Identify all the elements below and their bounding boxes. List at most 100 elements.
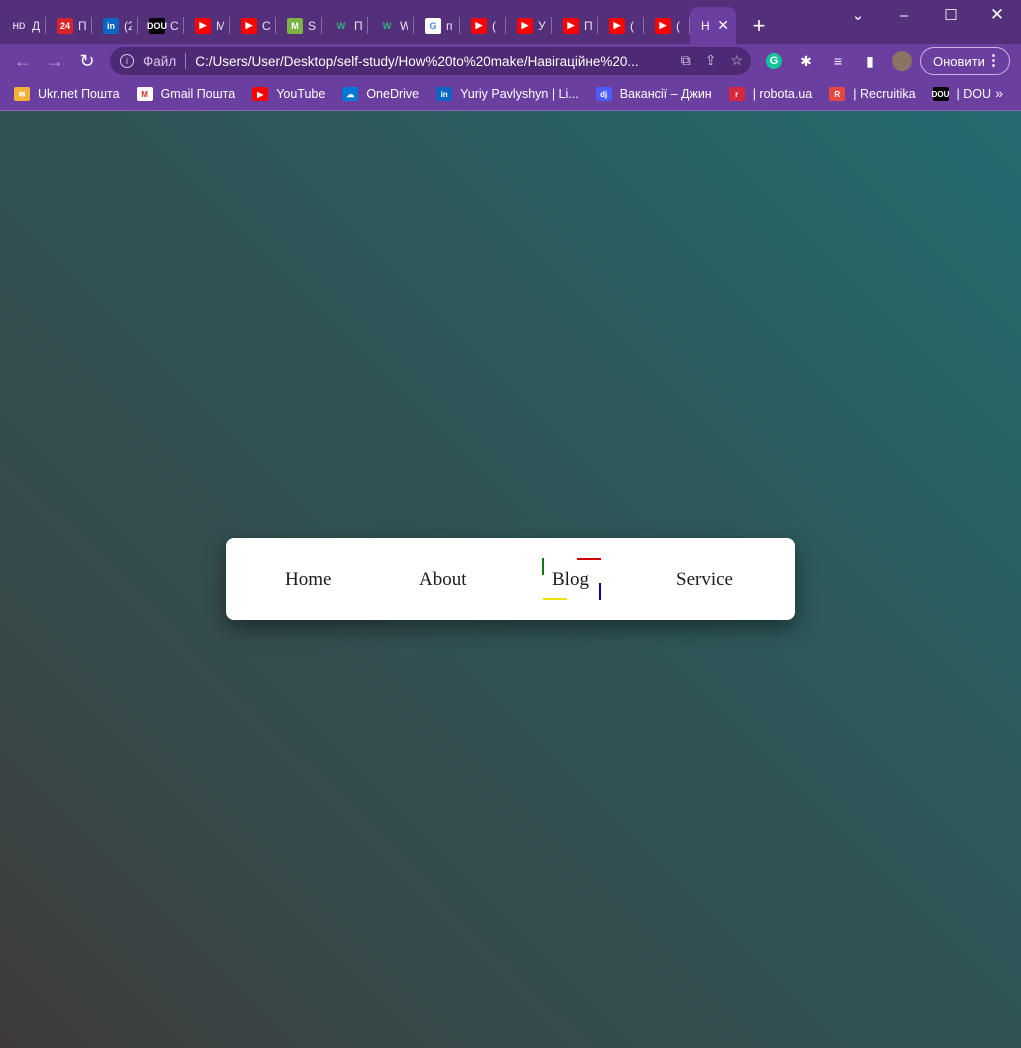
- tab-favicon-icon: M: [287, 17, 303, 34]
- media-controls-icon[interactable]: ≡: [828, 51, 848, 71]
- tab-title: W: [400, 18, 408, 33]
- youtube-icon: ▶: [252, 87, 269, 101]
- onedrive-icon: ☁: [342, 87, 359, 101]
- browser-tab[interactable]: in (2: [92, 7, 138, 44]
- minimize-button[interactable]: –: [881, 0, 927, 30]
- browser-tab[interactable]: ▶(: [644, 7, 690, 44]
- ukrnet-icon: ✉: [14, 87, 30, 101]
- close-tab-icon[interactable]: ✕: [717, 17, 729, 34]
- menu-icon[interactable]: ⋮: [986, 51, 1001, 69]
- browser-tab[interactable]: ▶ С: [230, 7, 276, 44]
- blog-accent-bottom: [543, 598, 567, 600]
- bookmark-label: Yuriy Pavlyshyn | Li...: [460, 87, 579, 101]
- url-text[interactable]: C:/Users/User/Desktop/self-study/How%20t…: [195, 54, 655, 69]
- djinni-icon: dj: [595, 87, 612, 101]
- robota-icon: r: [728, 87, 745, 101]
- bookmark-label: | DOU: [956, 87, 992, 101]
- bookmark-item[interactable]: r | robota.ua: [728, 87, 813, 101]
- tab-title: М: [216, 18, 224, 33]
- bookmark-label: Gmail Пошта: [160, 87, 236, 101]
- browser-tab[interactable]: WW: [368, 7, 414, 44]
- tab-title: П: [584, 18, 592, 33]
- browser-tab[interactable]: ▶ У: [506, 7, 552, 44]
- bookmark-label: YouTube: [276, 87, 326, 101]
- browser-toolbar: ← → ↻ i Файл C:/Users/User/Desktop/self-…: [0, 44, 1021, 78]
- tab-favicon-icon: G: [425, 17, 441, 34]
- browser-tab[interactable]: WП: [322, 7, 368, 44]
- blog-accent-left: [542, 558, 544, 575]
- browser-tab[interactable]: DOU С: [138, 7, 184, 44]
- bookmark-item[interactable]: in Yuriy Pavlyshyn | Li...: [436, 87, 579, 101]
- extensions-icon[interactable]: ✱: [796, 51, 816, 71]
- arrow-right-icon: →: [46, 50, 64, 71]
- back-button[interactable]: ←: [10, 49, 36, 73]
- star-icon[interactable]: ☆: [730, 52, 743, 69]
- profile-avatar[interactable]: [892, 51, 912, 71]
- address-bar[interactable]: i Файл C:/Users/User/Desktop/self-study/…: [110, 47, 751, 75]
- close-icon: ✕: [989, 5, 1005, 24]
- close-window-button[interactable]: ✕: [974, 0, 1020, 30]
- tab-title: (: [630, 18, 634, 33]
- tab-title: Д: [32, 18, 40, 33]
- tab-favicon-icon: W: [379, 17, 395, 34]
- tab-favicon-icon: ▶: [471, 17, 487, 34]
- linkedin-icon: in: [436, 87, 453, 101]
- tab-title: П: [354, 18, 362, 33]
- maximize-button[interactable]: ☐: [928, 0, 974, 30]
- info-icon[interactable]: i: [120, 54, 134, 68]
- translate-icon[interactable]: ⧉: [681, 52, 691, 69]
- blog-accent-top: [577, 558, 601, 560]
- nav-link-about[interactable]: About: [419, 569, 467, 591]
- bookmark-item[interactable]: M Gmail Пошта: [136, 87, 236, 101]
- bookmark-item[interactable]: R | Recruitika: [829, 87, 916, 101]
- tab-title: п: [446, 18, 453, 33]
- bookmark-item[interactable]: dj Вакансії – Джин: [595, 87, 712, 101]
- tab-title: S: [308, 18, 316, 33]
- bookmarks-more-button[interactable]: »: [995, 85, 1003, 101]
- share-icon[interactable]: ⇪: [705, 52, 717, 69]
- nav-link-service[interactable]: Service: [676, 569, 733, 591]
- nav-link-blog[interactable]: Blog: [552, 569, 589, 591]
- tab-search-button[interactable]: ⌄: [835, 0, 881, 30]
- browser-tab[interactable]: HD Д: [0, 7, 46, 44]
- tab-title: У: [538, 18, 546, 33]
- tab-favicon-icon: 24: [57, 17, 73, 34]
- tab-title: (2: [124, 18, 132, 33]
- forward-button[interactable]: →: [42, 49, 68, 73]
- browser-tab[interactable]: ▶(: [598, 7, 644, 44]
- tab-favicon-icon: ▶: [655, 17, 671, 34]
- update-button[interactable]: Оновити ⋮: [920, 47, 1010, 75]
- browser-tab[interactable]: 24 П: [46, 7, 92, 44]
- arrow-left-icon: ←: [14, 50, 32, 71]
- omnibox-divider: [185, 53, 187, 69]
- page-background: Home About Blog Service: [0, 111, 1021, 1048]
- tab-title: (: [676, 18, 680, 33]
- side-panel-icon[interactable]: ▮: [860, 51, 880, 71]
- chevron-down-icon: ⌄: [851, 7, 865, 24]
- browser-tab[interactable]: Gп: [414, 7, 460, 44]
- browser-tab[interactable]: MS: [276, 7, 322, 44]
- browser-tab-active[interactable]: Н ✕: [690, 7, 736, 44]
- browser-tab[interactable]: ▶ М: [184, 7, 230, 44]
- bookmark-label: | Recruitika: [853, 87, 916, 101]
- tab-favicon-icon: ▶: [517, 17, 533, 34]
- browser-tab[interactable]: ▶(: [460, 7, 506, 44]
- bookmark-item[interactable]: ▶ YouTube: [252, 87, 325, 101]
- minimize-icon: –: [899, 6, 909, 24]
- browser-tab[interactable]: ▶ П: [552, 7, 598, 44]
- reload-icon: ↻: [79, 50, 95, 71]
- bookmark-item[interactable]: DOU | DOU: [932, 87, 992, 101]
- bookmark-item[interactable]: ☁ OneDrive: [342, 87, 419, 101]
- tab-favicon-icon: in: [103, 17, 119, 34]
- grammarly-icon[interactable]: G: [766, 53, 782, 69]
- blog-accent-right: [599, 583, 601, 600]
- bookmark-item[interactable]: ✉ Ukr.net Пошта: [14, 87, 120, 101]
- tab-favicon-icon: HD: [11, 17, 27, 34]
- new-tab-button[interactable]: +: [744, 11, 774, 41]
- bookmark-label: | robota.ua: [752, 87, 813, 101]
- recruitika-icon: R: [829, 87, 846, 101]
- tab-favicon-icon: ▶: [195, 17, 211, 34]
- nav-link-home[interactable]: Home: [285, 569, 331, 591]
- browser-title-bar: HD Д 24 Пin (2 DOU С ▶ М ▶ С M S W П W W Gп ▶(▶ У ▶ П ▶(▶(Н ✕ + …: [0, 0, 1021, 44]
- reload-button[interactable]: ↻: [74, 49, 100, 73]
